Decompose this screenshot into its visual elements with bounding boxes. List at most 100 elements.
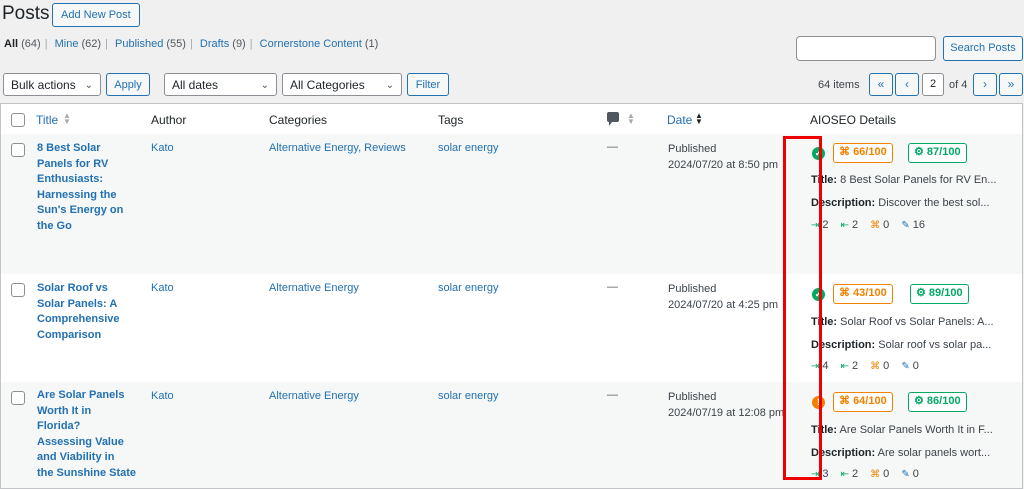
post-title-line: the Sunshine State (37, 466, 137, 479)
column-title[interactable]: Title (36, 113, 58, 127)
author-link[interactable]: Kato (151, 142, 174, 154)
post-title-link[interactable]: Solar Roof vs Solar Panels: A Comprehens… (37, 281, 137, 343)
external-link-icon: ⇤ (840, 361, 849, 372)
post-title-line: Florida? (37, 420, 81, 432)
filter-published[interactable]: Published (115, 38, 163, 50)
items-count: 64 items (818, 79, 860, 91)
table-header: Title ▲ ▼ Author Categories Tags ▲ ▼ Date … (1, 104, 1022, 135)
truseo-score-badge[interactable]: ⚙ 89/100 (910, 284, 969, 304)
seo-description: Discover the best sol... (878, 197, 990, 209)
last-page-button[interactable]: » (999, 73, 1023, 96)
comments-count: — (607, 141, 618, 153)
categories-link[interactable]: Alternative Energy (269, 390, 359, 402)
tags-link[interactable]: solar energy (438, 142, 499, 154)
dates-select[interactable]: All dates ⌄ (164, 73, 277, 96)
seo-description: Solar roof vs solar pa... (878, 339, 992, 351)
seo-title-line: Title: Are Solar Panels Worth It in F... (811, 424, 1011, 436)
chevron-down-icon: ⌄ (385, 80, 394, 91)
posts-screen: Posts Add New Post All (64) | Mine (62) | … (0, 0, 1024, 489)
row-checkbox[interactable] (11, 143, 25, 157)
external-link-icon: ⇤ (840, 469, 849, 480)
post-title-line: Sun's Energy on (37, 204, 124, 216)
stat-other: 0 (912, 360, 919, 372)
link-stats: ⇥ 3 ⇤ 2 ⌘ 0 ✎ 0 (811, 468, 928, 480)
truseo-score: 89/100 (928, 287, 963, 299)
seo-title: Are Solar Panels Worth It in F... (839, 424, 993, 436)
stat-other: 16 (912, 219, 925, 231)
filter-button[interactable]: Filter (407, 73, 449, 96)
categories-select[interactable]: All Categories ⌄ (282, 73, 402, 96)
tags-link[interactable]: solar energy (438, 282, 499, 294)
edit-link-icon: ✎ (901, 361, 910, 372)
first-page-button[interactable]: « (869, 73, 893, 96)
author-link[interactable]: Kato (151, 282, 174, 294)
post-date: Published 2024/07/20 at 4:25 pm (668, 281, 778, 313)
categories-value: All Categories (290, 78, 365, 92)
stat-internal: 3 (822, 468, 829, 480)
tags-link[interactable]: solar energy (438, 390, 499, 402)
seo-description-line: Description: Discover the best sol... (811, 197, 1011, 209)
post-datetime: 2024/07/20 at 8:50 pm (668, 159, 779, 171)
filter-all-count: (64) (21, 38, 41, 50)
seo-description-line: Description: Solar roof vs solar pa... (811, 339, 1011, 351)
bulk-actions-value: Bulk actions (11, 78, 76, 92)
post-title-line: Comparison (37, 328, 102, 341)
seo-score-badge[interactable]: ⌘ 43/100 (833, 284, 893, 304)
search-input[interactable] (796, 36, 936, 61)
stat-external: 2 (851, 219, 859, 231)
status-filter-links: All (64) | Mine (62) | Published (55) | Dra… (4, 38, 379, 50)
stat-other: 0 (912, 468, 919, 480)
column-date[interactable]: Date (667, 113, 692, 127)
chevron-down-icon: ⌄ (260, 80, 269, 91)
row-checkbox[interactable] (11, 391, 25, 405)
prev-page-button[interactable]: ‹ (895, 73, 919, 96)
stat-affiliate: 0 (883, 219, 890, 231)
post-date: Published 2024/07/19 at 12:08 pm (668, 389, 784, 421)
comments-count: — (607, 389, 618, 401)
comment-icon[interactable] (607, 112, 619, 126)
edit-link-icon: ✎ (901, 220, 910, 231)
stat-affiliate: 0 (883, 360, 890, 372)
search-posts-button[interactable]: Search Posts (943, 36, 1023, 61)
filter-drafts[interactable]: Drafts (200, 38, 229, 50)
column-categories: Categories (269, 113, 328, 127)
chevron-down-icon: ⌄ (84, 80, 93, 91)
truseo-score-badge[interactable]: ⚙ 86/100 (908, 392, 967, 412)
select-all-checkbox[interactable] (11, 113, 25, 127)
column-tags: Tags (438, 113, 464, 127)
apply-button[interactable]: Apply (106, 73, 150, 96)
column-aioseo: AIOSEO Details (810, 113, 897, 127)
filter-all[interactable]: All (4, 38, 18, 50)
next-page-button[interactable]: › (973, 73, 997, 96)
seo-title-line: Title: 8 Best Solar Panels for RV En... (811, 174, 1011, 186)
filter-drafts-count: (9) (232, 38, 246, 50)
add-new-post-button[interactable]: Add New Post (52, 3, 140, 27)
categories-link[interactable]: Alternative Energy (269, 282, 359, 294)
highlight-box (783, 136, 822, 480)
filter-mine-count: (62) (81, 38, 102, 50)
stat-affiliate: 0 (883, 468, 890, 480)
seo-score-badge[interactable]: ⌘ 66/100 (833, 143, 893, 163)
post-date: Published 2024/07/20 at 8:50 pm (668, 141, 778, 173)
seo-description-line: Description: Are solar panels wort... (811, 447, 1011, 459)
page-title: Posts (2, 3, 50, 24)
current-page-input[interactable]: 2 (922, 73, 944, 96)
row-checkbox[interactable] (11, 283, 25, 297)
author-link[interactable]: Kato (151, 390, 174, 402)
post-title-link[interactable]: 8 Best Solar Panels for RV Enthusiasts: … (37, 141, 137, 234)
filter-mine[interactable]: Mine (55, 38, 79, 50)
seo-score-badge[interactable]: ⌘ 64/100 (833, 392, 893, 412)
bulk-actions-select[interactable]: Bulk actions ⌄ (3, 73, 101, 96)
post-title-link[interactable]: Are Solar Panels Worth It in Florida? As… (37, 388, 137, 481)
post-datetime: 2024/07/19 at 12:08 pm (668, 407, 785, 419)
external-link-icon: ⇤ (840, 220, 849, 231)
edit-link-icon: ✎ (901, 469, 910, 480)
truseo-score: 86/100 (926, 395, 961, 407)
stat-external: 2 (851, 468, 859, 480)
post-title-line: the Go (37, 219, 72, 232)
filter-cornerstone[interactable]: Cornerstone Content (260, 38, 362, 50)
categories-link[interactable]: Alternative Energy, Reviews (269, 142, 406, 154)
truseo-score-badge[interactable]: ⚙ 87/100 (908, 143, 967, 163)
seo-title: Solar Roof vs Solar Panels: A... (840, 316, 994, 328)
filter-published-count: (55) (166, 38, 186, 50)
